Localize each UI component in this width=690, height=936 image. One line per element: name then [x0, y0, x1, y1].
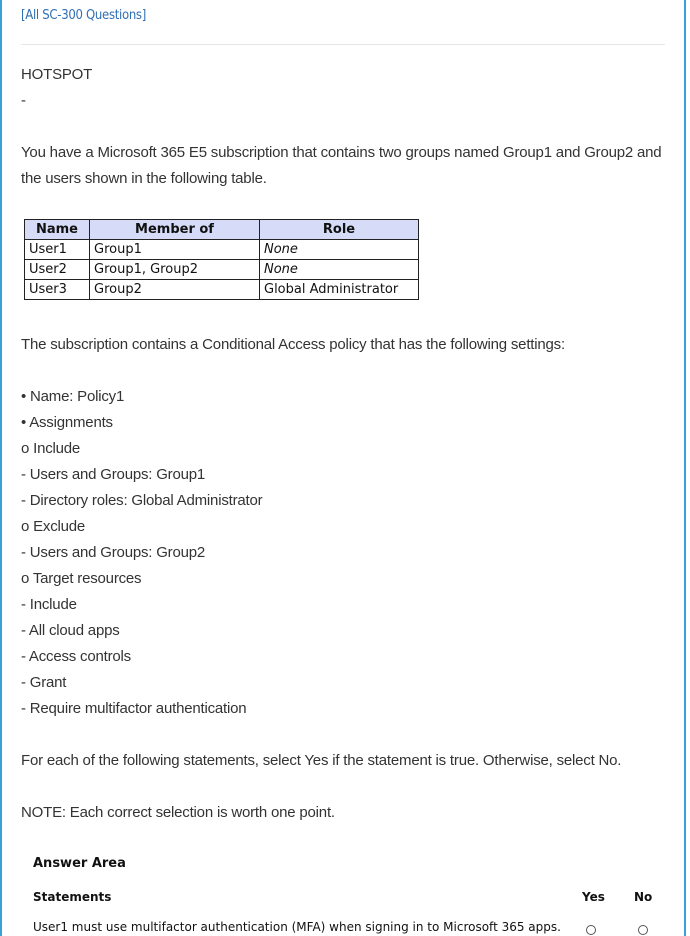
users-table: Name Member of Role User1 Group1 None Us… [24, 219, 419, 300]
policy-line: o Include [21, 440, 81, 457]
cell-role: Global Administrator [259, 279, 419, 300]
table-row: User3 Group2 Global Administrator [24, 279, 419, 300]
yes-header: Yes [582, 890, 605, 904]
cell-name: User1 [24, 239, 90, 260]
policy-line: • Name: Policy1 [21, 388, 125, 405]
policy-line: - Users and Groups: Group2 [21, 544, 206, 561]
instruction-text: For each of the following statements, se… [21, 752, 622, 769]
all-questions-link[interactable]: [All SC-300 Questions] [21, 8, 146, 23]
note-text: NOTE: Each correct selection is worth on… [21, 804, 335, 821]
statement-1-no-radio[interactable] [638, 925, 648, 935]
statement-1-yes-radio[interactable] [586, 925, 596, 935]
policy-line: o Target resources [21, 570, 142, 587]
policy-intro: The subscription contains a Conditional … [21, 336, 565, 353]
cell-member-of: Group1 [89, 239, 260, 260]
statement-1: User1 must use multifactor authenticatio… [33, 920, 561, 934]
table-header-row: Name Member of Role [24, 219, 419, 240]
answer-area-title: Answer Area [33, 856, 126, 871]
policy-line: • Assignments [21, 414, 113, 431]
table-row: User2 Group1, Group2 None [24, 259, 419, 280]
no-header: No [634, 890, 653, 904]
policy-line: - Users and Groups: Group1 [21, 466, 206, 483]
statements-header: Statements [33, 890, 112, 904]
question-page: [All SC-300 Questions] HOTSPOT - You hav… [0, 0, 686, 936]
divider [21, 44, 665, 45]
question-intro: You have a Microsoft 365 E5 subscription… [21, 144, 662, 187]
cell-name: User2 [24, 259, 90, 280]
table-row: User1 Group1 None [24, 239, 419, 260]
policy-line: - Access controls [21, 648, 131, 665]
question-type: HOTSPOT [21, 66, 93, 83]
separator-dash: - [21, 92, 26, 109]
policy-line: - Grant [21, 674, 67, 691]
policy-line: - Require multifactor authentication [21, 700, 247, 717]
header-role: Role [259, 219, 419, 240]
header-member-of: Member of [89, 219, 260, 240]
cell-name: User3 [24, 279, 90, 300]
cell-member-of: Group1, Group2 [89, 259, 260, 280]
policy-line: - All cloud apps [21, 622, 120, 639]
policy-line: - Directory roles: Global Administrator [21, 492, 263, 509]
policy-line: - Include [21, 596, 77, 613]
cell-role: None [259, 239, 419, 260]
cell-member-of: Group2 [89, 279, 260, 300]
header-name: Name [24, 219, 90, 240]
cell-role: None [259, 259, 419, 280]
policy-line: o Exclude [21, 518, 86, 535]
